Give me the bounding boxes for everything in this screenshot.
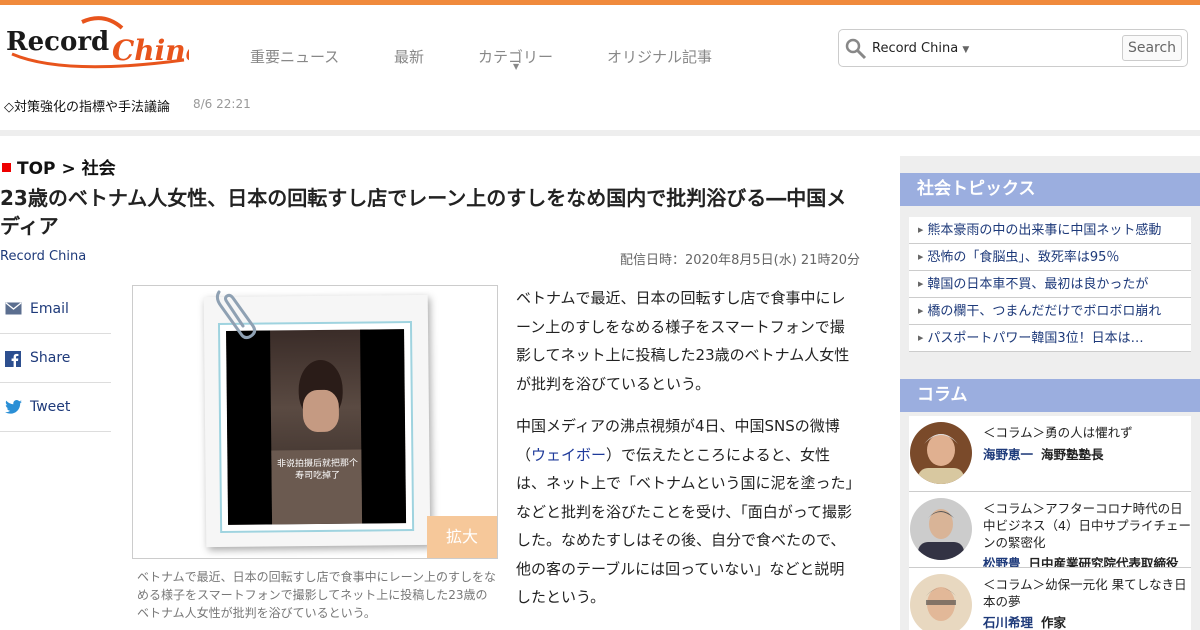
column-heading: コラム (900, 379, 1200, 412)
author-name[interactable]: 海野恵一 (983, 447, 1033, 462)
arrow-icon: ▶ (918, 253, 924, 261)
letterbox-right (360, 329, 407, 524)
share-facebook-button[interactable]: Share (0, 334, 111, 383)
column-author: 海野恵一 海野塾塾長 (983, 444, 1104, 463)
author-name[interactable]: 松野豊 (983, 556, 1021, 567)
article-source[interactable]: Record China (0, 249, 86, 264)
nav-important-news[interactable]: 重要ニュース (250, 46, 339, 67)
article-image[interactable]: 非说拍摄后就把那个寿司吃掉了 拡大 (132, 285, 498, 559)
category-caret-icon: ▼ (513, 62, 520, 71)
arrow-icon: ▶ (918, 280, 924, 288)
search-scope-select[interactable]: Record China ▼ (872, 41, 969, 56)
share-twitter-button[interactable]: Tweet (0, 383, 111, 432)
video-subtitle: 非说拍摄后就把那个寿司吃掉了 (276, 458, 359, 482)
arrow-icon: ▶ (918, 307, 924, 315)
share-email-button[interactable]: Email (0, 285, 111, 334)
weibo-link[interactable]: ウェイボー (531, 446, 606, 464)
twitter-icon (5, 400, 22, 414)
breadcrumb-section[interactable]: 社会 (82, 159, 116, 179)
share-twitter-label: Tweet (30, 399, 71, 415)
search-button[interactable]: Search (1122, 35, 1182, 61)
article-paragraph-1: ベトナムで最近、日本の回転すし店で食事中にレーン上のすしをなめる様子をスマートフ… (516, 289, 850, 393)
image-caption: ベトナムで最近、日本の回転すし店で食事中にレーン上のすしをなめる様子をスマートフ… (137, 570, 497, 620)
topic-label: パスポートパワー韓国3位！日本は… (927, 331, 1144, 346)
share-facebook-label: Share (30, 350, 71, 366)
scope-caret-icon: ▼ (962, 45, 970, 55)
author-role: 作家 (1041, 615, 1067, 630)
column-title: ＜コラム＞幼保一元化 果てしなき日本の夢 (983, 577, 1187, 609)
article-paragraph-2: 中国メディアの沸点視頻が4日、中国SNSの微博（ウェイボー）で伝えたところによる… (516, 412, 856, 612)
letterbox-left (226, 330, 273, 525)
topic-item[interactable]: ▶ パスポートパワー韓国3位！日本は… (909, 325, 1191, 352)
breadcrumb-separator: > (61, 159, 76, 179)
breadcrumb-top[interactable]: TOP (17, 159, 56, 179)
nav-latest[interactable]: 最新 (394, 46, 424, 67)
column-author: 松野豊 日中産業研究院代表取締役 (983, 553, 1179, 568)
author-avatar (910, 498, 972, 560)
topic-item[interactable]: ▶ 橋の欄干、つまんだだけでボロボロ崩れ (909, 298, 1191, 325)
topic-item[interactable]: ▶ 韓国の日本車不買、最初は良かったが (909, 271, 1191, 298)
paragraph-2-text-end: ）で伝えたところによると、女性は、ネット上で「ベトナムという国に泥を塗った」など… (516, 445, 854, 607)
logo-text-china: China (112, 34, 189, 67)
column-item[interactable]: ＜コラム＞勇の人は懼れず 海野恵一 海野塾塾長 (909, 416, 1191, 492)
share-email-label: Email (30, 301, 69, 317)
topic-item[interactable]: ▶ 恐怖の「食脳虫」、致死率は95％ (909, 244, 1191, 271)
logo-text-record: Record (6, 27, 109, 57)
author-role: 海野塾塾長 (1041, 447, 1104, 462)
topic-label: 熊本豪雨の中の出来事に中国ネット感動 (927, 223, 1162, 238)
arrow-icon: ▶ (918, 334, 924, 342)
article-pubdate: 配信日時：2020年8月5日(水) 21時20分 (620, 253, 860, 268)
author-avatar (910, 574, 972, 630)
header-divider (0, 130, 1200, 136)
author-avatar (910, 422, 972, 484)
author-role: 日中産業研究院代表取締役 (1028, 556, 1179, 568)
news-ticker-time: 8/6 22:21 (193, 97, 251, 111)
column-item[interactable]: ＜コラム＞幼保一元化 果てしなき日本の夢 石川希理 作家 (909, 568, 1191, 630)
paperclip-icon (215, 290, 257, 340)
author-name[interactable]: 石川希理 (983, 615, 1033, 630)
social-topics-heading: 社会トピックス (900, 173, 1200, 206)
zoom-button[interactable]: 拡大 (427, 516, 497, 558)
column-title: ＜コラム＞アフターコロナ時代の日中ビジネス（4）日中サプライチェーンの緊密化 (983, 501, 1191, 550)
news-ticker-headline[interactable]: ◇対策強化の指標や手法議論 (4, 96, 170, 115)
column-author: 石川希理 作家 (983, 612, 1066, 630)
email-icon (5, 302, 22, 315)
search-icon (845, 38, 867, 60)
video-screenshot: 非说拍摄后就把那个寿司吃掉了 (226, 329, 407, 525)
person-face (302, 389, 340, 433)
search-box[interactable]: Record China ▼ Search (838, 29, 1188, 67)
breadcrumb: TOP > 社会 (2, 154, 116, 179)
breadcrumb-marker-icon (2, 163, 11, 172)
topic-label: 恐怖の「食脳虫」、致死率は95％ (927, 250, 1120, 265)
column-title: ＜コラム＞勇の人は懼れず (983, 425, 1133, 440)
article-title: 23歳のベトナム人女性、日本の回転すし店でレーン上のすしをなめ国内で批判浴びる―… (0, 186, 847, 238)
topic-label: 橋の欄干、つまんだだけでボロボロ崩れ (927, 304, 1162, 319)
arrow-icon: ▶ (918, 226, 924, 234)
photo-border: 非说拍摄后就把那个寿司吃掉了 (217, 321, 415, 534)
topic-item[interactable]: ▶ 熊本豪雨の中の出来事に中国ネット感動 (909, 217, 1191, 244)
record-china-logo[interactable]: Record China (4, 14, 204, 72)
topic-label: 韓国の日本車不買、最初は良かったが (927, 277, 1149, 292)
facebook-icon (5, 351, 21, 367)
top-accent-bar (0, 0, 1200, 5)
column-item[interactable]: ＜コラム＞アフターコロナ時代の日中ビジネス（4）日中サプライチェーンの緊密化 松… (909, 492, 1191, 568)
nav-original-articles[interactable]: オリジナル記事 (607, 46, 712, 67)
